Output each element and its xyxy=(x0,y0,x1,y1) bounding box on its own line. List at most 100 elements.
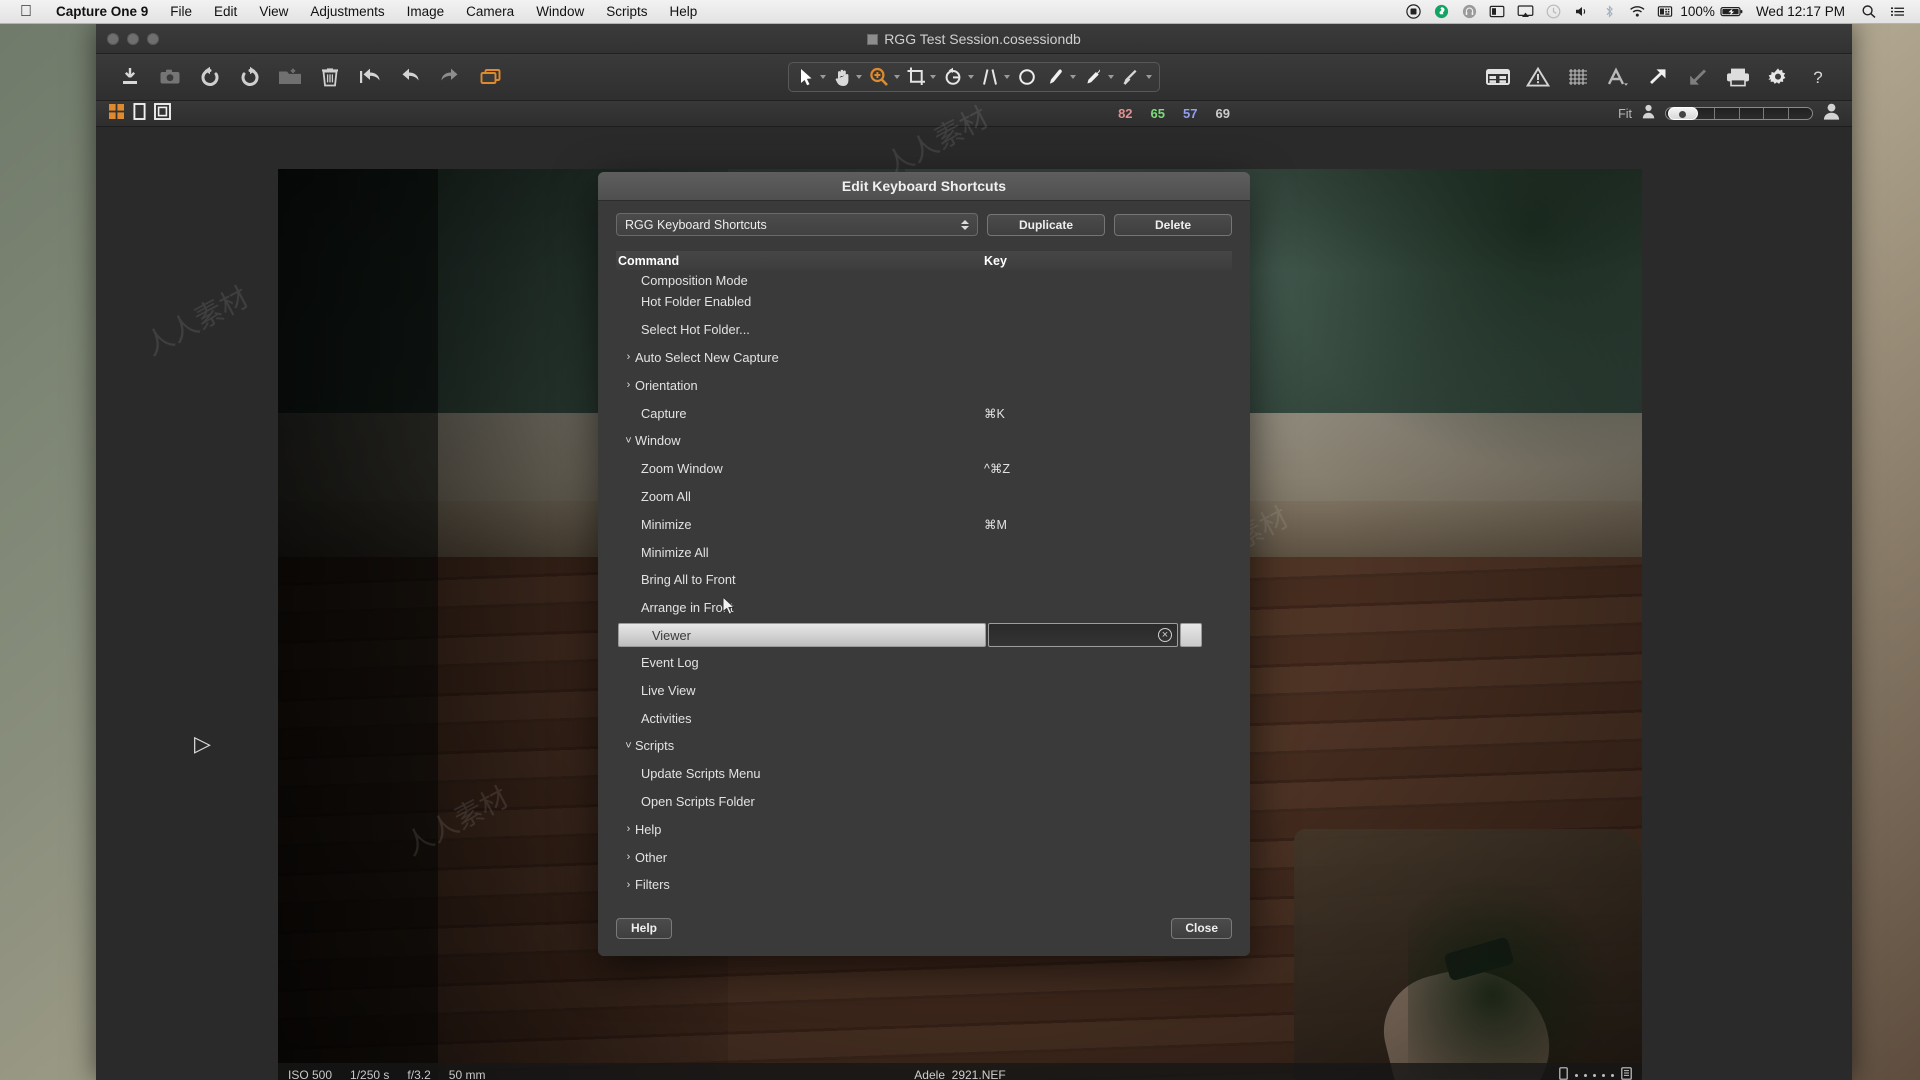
warning-icon[interactable] xyxy=(1518,59,1558,95)
capture-icon[interactable] xyxy=(150,59,190,95)
shortcut-row[interactable]: Composition Mode xyxy=(616,272,1232,288)
info-panel-icon[interactable] xyxy=(1621,1067,1632,1080)
traffic-light-buttons[interactable] xyxy=(96,32,159,45)
single-view-icon[interactable] xyxy=(131,102,148,125)
duplicate-button[interactable]: Duplicate xyxy=(987,213,1105,236)
apple-logo-icon[interactable]:  xyxy=(14,1,45,23)
shortcut-preset-select[interactable]: RGG Keyboard Shortcuts xyxy=(616,213,978,236)
chevron-right-icon[interactable]: › xyxy=(622,851,635,863)
large-thumbnail-icon[interactable] xyxy=(1823,103,1840,125)
shortcut-row[interactable]: › Filters xyxy=(616,871,1232,899)
close-button[interactable] xyxy=(107,32,119,45)
shortcut-row[interactable]: ˅ Window xyxy=(616,427,1232,455)
ellipse-mask-tool[interactable] xyxy=(1013,63,1041,91)
menu-edit[interactable]: Edit xyxy=(203,0,248,24)
menubar-clock[interactable]: Wed 12:17 PM xyxy=(1747,4,1854,19)
delete-button[interactable]: Delete xyxy=(1114,213,1232,236)
timemachine-icon[interactable] xyxy=(1540,0,1566,24)
crop-tool[interactable] xyxy=(903,63,939,91)
battery-charging-icon[interactable] xyxy=(1719,0,1745,24)
grid-view-icon[interactable] xyxy=(108,103,125,125)
annotation-icon[interactable] xyxy=(1598,59,1638,95)
menubar-app-name[interactable]: Capture One 9 xyxy=(45,4,159,19)
minimize-button[interactable] xyxy=(127,32,139,45)
variants-icon[interactable] xyxy=(470,59,510,95)
portrait-orientation-icon[interactable] xyxy=(1559,1067,1568,1080)
chevron-down-icon[interactable] xyxy=(820,75,826,79)
shortcut-row[interactable]: Zoom All xyxy=(616,483,1232,511)
shortcut-row[interactable]: Bring All to Front xyxy=(616,566,1232,594)
shortcut-row[interactable]: ˅ Scripts xyxy=(616,732,1232,760)
previous-arrow-icon[interactable]: ▷ xyxy=(194,731,211,757)
shortcut-row[interactable]: Minimize ⌘M xyxy=(616,510,1232,538)
search-icon[interactable] xyxy=(1856,0,1882,24)
pan-tool[interactable] xyxy=(829,63,865,91)
chevron-down-icon[interactable] xyxy=(968,75,974,79)
menu-image[interactable]: Image xyxy=(396,0,456,24)
gradient-mask-tool[interactable] xyxy=(1117,63,1155,91)
preferences-icon[interactable] xyxy=(1758,59,1798,95)
rotate-right-icon[interactable] xyxy=(230,59,270,95)
shortcut-row[interactable]: › Help xyxy=(616,815,1232,843)
menu-view[interactable]: View xyxy=(248,0,299,24)
volume-icon[interactable] xyxy=(1568,0,1594,24)
dropbox-icon[interactable] xyxy=(1428,0,1454,24)
shortcut-command-label[interactable]: Viewer xyxy=(618,623,986,648)
chevron-down-icon[interactable] xyxy=(894,75,900,79)
chevron-down-icon[interactable] xyxy=(1070,75,1076,79)
menu-scripts[interactable]: Scripts xyxy=(595,0,658,24)
menu-camera[interactable]: Camera xyxy=(455,0,525,24)
shortcut-key-stub[interactable] xyxy=(1180,623,1202,648)
menu-adjustments[interactable]: Adjustments xyxy=(299,0,395,24)
shortcut-key-input[interactable]: × xyxy=(988,623,1178,648)
pointer-tool[interactable] xyxy=(793,63,829,91)
chevron-right-icon[interactable]: › xyxy=(622,351,635,363)
shortcut-row[interactable]: Zoom Window ^⌘Z xyxy=(616,455,1232,483)
menu-window[interactable]: Window xyxy=(525,0,595,24)
help-icon[interactable]: ? xyxy=(1798,59,1838,95)
close-button[interactable]: Close xyxy=(1171,917,1232,939)
zoom-tool[interactable] xyxy=(865,63,903,91)
shortcut-row[interactable]: Arrange in Front xyxy=(616,594,1232,622)
shortcut-row-selected[interactable]: Viewer × xyxy=(616,622,1232,649)
reset-all-icon[interactable] xyxy=(350,59,390,95)
grid-view-icon[interactable] xyxy=(1478,59,1518,95)
shortcut-row[interactable]: › Other xyxy=(616,843,1232,871)
rotate-left-icon[interactable] xyxy=(190,59,230,95)
import-icon[interactable] xyxy=(110,59,150,95)
shortcut-row[interactable]: Minimize All xyxy=(616,538,1232,566)
shortcut-row[interactable]: Select Hot Folder... xyxy=(616,316,1232,344)
shortcut-row[interactable]: › Auto Select New Capture xyxy=(616,344,1232,372)
page-indicator-dots[interactable] xyxy=(1575,1073,1614,1077)
draw-mask-tool[interactable] xyxy=(1041,63,1079,91)
zoom-button[interactable] xyxy=(147,32,159,45)
wifi-icon[interactable] xyxy=(1624,0,1650,24)
shortcut-command-list[interactable]: Composition Mode Hot Folder Enabled Sele… xyxy=(616,270,1232,900)
help-button[interactable]: Help xyxy=(616,917,672,939)
clear-field-icon[interactable]: × xyxy=(1158,628,1172,643)
chevron-down-icon[interactable] xyxy=(930,75,936,79)
shortcut-row[interactable]: › Orientation xyxy=(616,371,1232,399)
chevron-right-icon[interactable]: › xyxy=(622,879,635,891)
shortcut-row[interactable]: Event Log xyxy=(616,649,1232,677)
record-icon[interactable] xyxy=(1400,0,1426,24)
redo-icon[interactable] xyxy=(430,59,470,95)
airplay-icon[interactable] xyxy=(1512,0,1538,24)
chevron-down-icon[interactable] xyxy=(1108,75,1114,79)
menu-help[interactable]: Help xyxy=(658,0,708,24)
keyboard-input-icon[interactable] xyxy=(1652,0,1678,24)
new-album-icon[interactable] xyxy=(270,59,310,95)
slider-knob[interactable] xyxy=(1668,107,1698,120)
shortcut-row[interactable]: Capture ⌘K xyxy=(616,399,1232,427)
export-icon[interactable] xyxy=(1638,59,1678,95)
chevron-right-icon[interactable]: › xyxy=(622,379,635,391)
headphones-icon[interactable] xyxy=(1456,0,1482,24)
chevron-down-icon[interactable] xyxy=(1146,75,1152,79)
shortcut-row[interactable]: Activities xyxy=(616,704,1232,732)
viewer-browser-icon[interactable] xyxy=(154,102,171,125)
display-icon[interactable] xyxy=(1484,0,1510,24)
delete-icon[interactable] xyxy=(310,59,350,95)
undo-icon[interactable] xyxy=(390,59,430,95)
updown-chevron-icon[interactable] xyxy=(961,219,969,230)
chevron-down-icon[interactable]: ˅ xyxy=(622,740,635,752)
